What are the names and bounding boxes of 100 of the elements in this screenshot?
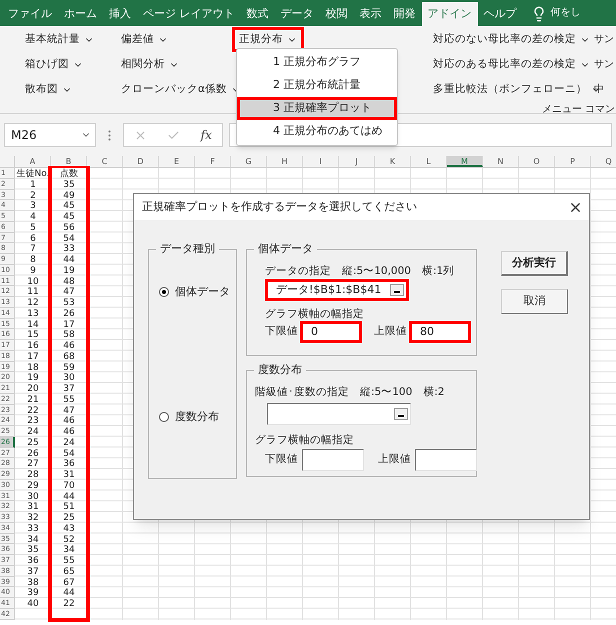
table-cell-text: 59: [62, 362, 76, 372]
ribbon-tab[interactable]: 表示: [354, 2, 388, 26]
table-cell-text: 24: [62, 436, 76, 448]
ribbon-tab[interactable]: 校閲: [320, 2, 354, 26]
table-cell-text: 26: [62, 308, 76, 318]
menu-item[interactable]: 3 正規確率プロット: [237, 97, 397, 120]
column-header[interactable]: C: [87, 156, 123, 167]
table-cell-text: 47: [62, 404, 76, 416]
table-cell-text: 48: [62, 276, 76, 286]
table-cell-text: 26: [26, 448, 40, 458]
table-cell-text: 46: [62, 426, 76, 437]
insert-function-button[interactable]: fx: [200, 126, 212, 144]
ribbon-command[interactable]: 相関分析: [114, 52, 186, 77]
menu-item[interactable]: 1 正規分布グラフ: [237, 51, 397, 74]
column-header[interactable]: Q: [591, 156, 616, 167]
axis-title: グラフ横軸の幅指定: [265, 307, 365, 321]
table-cell-text: 4: [29, 211, 37, 222]
spec-text: データの指定 縦:5〜10,000 横:1列: [265, 264, 456, 278]
table-cell-text: 55: [62, 555, 76, 566]
table-cell-text: 35: [26, 544, 40, 555]
range-select-button[interactable]: [394, 408, 408, 420]
ribbon-command[interactable]: 箱ひげ図: [18, 52, 90, 77]
ribbon-tab[interactable]: 開発: [388, 2, 422, 26]
column-header[interactable]: F: [195, 156, 231, 167]
ribbon-tab[interactable]: 数式: [240, 2, 274, 26]
table-cell-text: 67: [62, 576, 76, 588]
table-cell-text: 33: [62, 243, 76, 254]
input-field[interactable]: 0: [300, 321, 362, 343]
range-select-button[interactable]: [390, 284, 404, 296]
table-cell-text: 28: [26, 469, 40, 480]
table-cell-text: 43: [62, 522, 76, 534]
ribbon-command[interactable]: 散布図: [18, 77, 79, 102]
dialog-title: 正規確率プロットを作成するデータを選択してください: [142, 198, 417, 215]
column-header[interactable]: N: [483, 156, 519, 167]
ribbon-command[interactable]: サン: [590, 27, 616, 52]
table-cell-text: 32: [26, 512, 40, 523]
table-cell-text: 19: [62, 264, 76, 276]
table-cell-text: 31: [62, 469, 76, 480]
name-box[interactable]: M26: [4, 123, 96, 147]
column-header[interactable]: H: [267, 156, 303, 167]
dialog-button[interactable]: 分析実行: [501, 251, 568, 276]
group-caption: メニュー コマン: [542, 103, 616, 117]
table-cell-text: 65: [62, 566, 76, 576]
check-icon[interactable]: [167, 128, 180, 142]
table-cell-text: 38: [26, 576, 40, 588]
column-header[interactable]: P: [555, 156, 591, 167]
ribbon-command[interactable]: 基本統計量: [18, 27, 101, 52]
column-header[interactable]: K: [375, 156, 411, 167]
table-cell-text: 25: [26, 436, 40, 448]
radio-button[interactable]: [159, 412, 169, 422]
input-field[interactable]: [302, 449, 364, 471]
column-header[interactable]: G: [231, 156, 267, 167]
column-header[interactable]: D: [123, 156, 159, 167]
table-cell-text: 55: [62, 394, 76, 404]
table-cell-text: 14: [26, 318, 40, 330]
input-field[interactable]: データ!$B$1:$B$41: [265, 279, 409, 301]
column-header[interactable]: A: [15, 156, 51, 167]
input-field[interactable]: [267, 403, 411, 425]
ribbon-tab[interactable]: ヘルプ: [478, 2, 522, 26]
table-cell-text: 29: [26, 480, 40, 490]
column-header[interactable]: O: [519, 156, 555, 167]
table-cell-text: 25: [62, 512, 76, 523]
ribbon-command[interactable]: サン: [590, 52, 616, 77]
menu-item[interactable]: 4 正規分布のあてはめ: [237, 120, 397, 143]
table-cell-text: 20: [26, 383, 40, 394]
ribbon-tab[interactable]: データ: [274, 2, 320, 26]
ribbon-tab[interactable]: ページ レイアウト: [137, 2, 240, 26]
table-cell-text: 9: [29, 264, 37, 276]
grip-icon: [108, 130, 111, 140]
column-header[interactable]: E: [159, 156, 195, 167]
tell-me-text[interactable]: 何をし: [550, 5, 580, 20]
table-cell-text: 24: [26, 426, 40, 437]
column-header[interactable]: B: [51, 156, 87, 167]
table-cell-text: 37: [26, 566, 40, 576]
table-cell-text: 27: [26, 458, 40, 469]
table-cell-text: 39: [26, 587, 40, 598]
column-header[interactable]: M: [447, 156, 483, 167]
table-cell-text: 37: [62, 383, 76, 394]
ribbon-tab[interactable]: アドイン: [422, 2, 478, 26]
table-cell-text: 18: [26, 362, 40, 372]
table-cell-text: 33: [26, 522, 40, 534]
ribbon-tab[interactable]: 挿入: [103, 2, 137, 26]
ribbon-tab[interactable]: ファイル: [2, 2, 58, 26]
ribbon-command[interactable]: 偏差値: [114, 27, 175, 52]
table-cell-text: 46: [62, 340, 76, 351]
input-field[interactable]: [415, 449, 477, 471]
menu-item[interactable]: 2 正規分布統計量: [237, 74, 397, 97]
radio-label: 度数分布: [175, 408, 219, 424]
radio-button[interactable]: [159, 287, 169, 298]
ribbon-command[interactable]: 中: [590, 77, 608, 102]
column-header[interactable]: I: [303, 156, 339, 167]
input-field[interactable]: 80: [409, 321, 471, 343]
table-cell-text: 51: [62, 501, 76, 512]
table-cell-text: 6: [29, 232, 37, 244]
table-cell-text: 17: [26, 350, 40, 362]
table-cell-text: 23: [26, 415, 40, 426]
dialog-button[interactable]: 取消: [501, 289, 568, 314]
ribbon-tab[interactable]: ホーム: [58, 2, 103, 26]
table-cell-text: 36: [26, 555, 40, 566]
column-header[interactable]: J: [339, 156, 375, 167]
